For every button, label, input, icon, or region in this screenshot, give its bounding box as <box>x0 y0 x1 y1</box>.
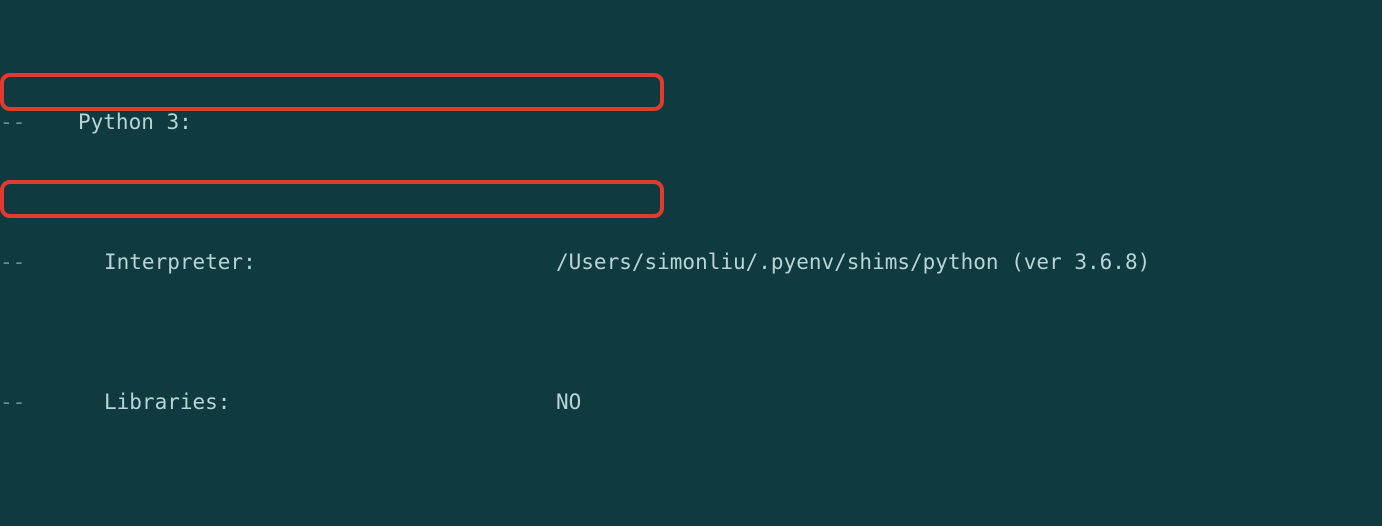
libraries-label: Libraries: <box>104 385 556 420</box>
gutter-dash: -- <box>0 245 26 280</box>
gutter-dash: -- <box>0 385 26 420</box>
line-libraries: -- Libraries: NO <box>0 385 1382 420</box>
highlight-box-install-path <box>0 180 664 218</box>
line-interpreter: -- Interpreter: /Users/simonliu/.pyenv/s… <box>0 245 1382 280</box>
interpreter-value: /Users/simonliu/.pyenv/shims/python (ver… <box>556 245 1150 280</box>
line-section-header: -- Python 3: <box>0 105 1382 140</box>
terminal-output: -- Python 3: -- Interpreter: /Users/simo… <box>0 0 1382 526</box>
gutter-dash: -- <box>0 105 26 140</box>
libraries-value: NO <box>556 385 581 420</box>
interpreter-label: Interpreter: <box>104 245 556 280</box>
python3-header: Python 3: <box>78 105 556 140</box>
